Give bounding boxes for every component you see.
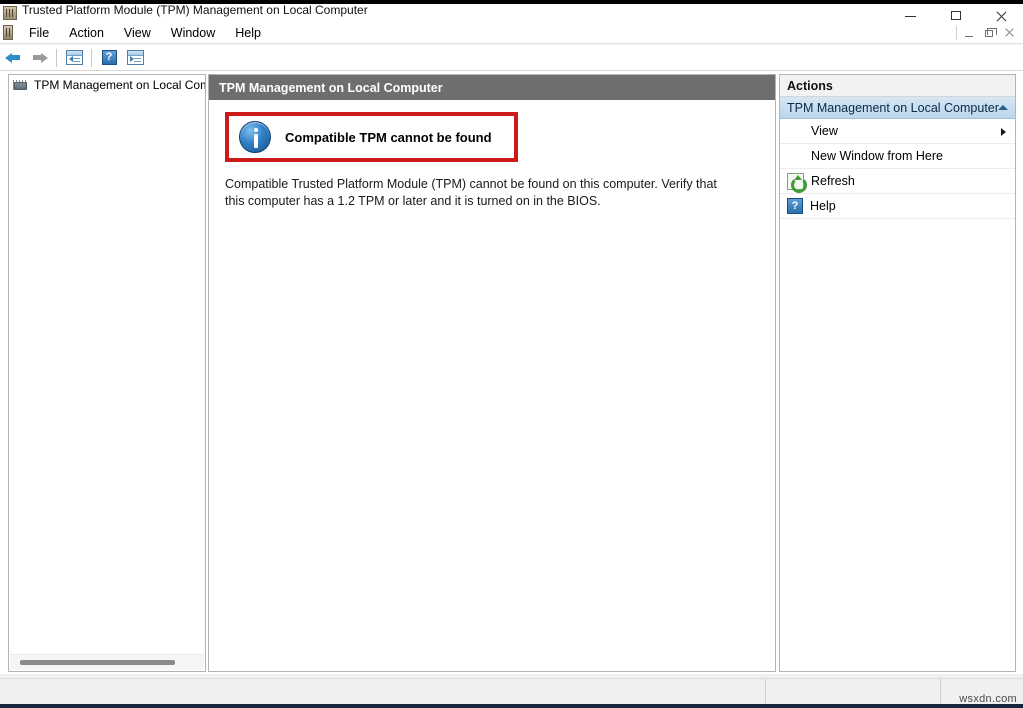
close-icon: [1005, 28, 1014, 37]
menu-item-window[interactable]: Window: [161, 24, 225, 42]
mdi-close-button[interactable]: [999, 24, 1019, 41]
toolbar-separator: [56, 49, 57, 67]
actions-group-header[interactable]: TPM Management on Local Computer: [780, 97, 1015, 119]
toolbar-action-pane-button[interactable]: [123, 47, 147, 69]
action-item-label: New Window from Here: [811, 149, 943, 163]
maximize-icon: [951, 11, 961, 20]
system-menu-icon[interactable]: [3, 25, 13, 40]
mdi-restore-button[interactable]: [979, 24, 999, 41]
chevron-right-icon: [1001, 128, 1006, 136]
window-controls: [888, 4, 1023, 22]
forward-arrow-icon: [31, 51, 48, 64]
tpm-chip-icon: [3, 6, 17, 20]
action-item-refresh[interactable]: Refresh: [780, 169, 1015, 194]
mdi-client-area: TPM Management on Local Comp TPM Managem…: [0, 71, 1023, 674]
back-arrow-icon: [5, 51, 22, 64]
menubar: File Action View Window Help: [0, 22, 1023, 44]
result-description-text: Compatible Trusted Platform Module (TPM)…: [225, 176, 730, 210]
scrollbar-thumb[interactable]: [20, 660, 175, 665]
action-item-label: Refresh: [811, 174, 855, 188]
toolbar-forward-button[interactable]: [27, 47, 51, 69]
mdi-separator: [956, 26, 957, 40]
menu-item-file[interactable]: File: [19, 24, 59, 42]
action-item-label: View: [811, 124, 838, 138]
tpm-chip-icon: [13, 78, 29, 92]
mdi-window-controls: [954, 24, 1019, 41]
window-title: Trusted Platform Module (TPM) Management…: [22, 4, 368, 17]
statusbar: wsxdn.com: [0, 678, 1023, 704]
sidebar-item-label: TPM Management on Local Comp: [34, 78, 206, 92]
window-close-button[interactable]: [978, 4, 1023, 22]
toolbar-separator: [91, 49, 92, 67]
result-pane-header: TPM Management on Local Computer: [209, 75, 775, 100]
minimize-icon: [965, 36, 973, 37]
chevron-up-icon[interactable]: [998, 105, 1008, 110]
action-item-help[interactable]: ? Help: [780, 194, 1015, 219]
window-titlebar: Trusted Platform Module (TPM) Management…: [0, 4, 1023, 22]
status-banner: Compatible TPM cannot be found: [225, 112, 518, 162]
help-icon: ?: [102, 50, 117, 65]
console-tree-pane: TPM Management on Local Comp: [8, 74, 206, 672]
console-tree-horizontal-scrollbar[interactable]: [10, 654, 204, 670]
screenshot-bottom-band: [0, 704, 1023, 708]
restore-icon: [985, 30, 993, 37]
close-icon: [995, 10, 1007, 22]
watermark: wsxdn.com: [941, 679, 1023, 705]
statusbar-segment-main: [0, 679, 766, 705]
refresh-icon: [787, 173, 804, 190]
window-maximize-button[interactable]: [933, 4, 978, 22]
menu-item-action[interactable]: Action: [59, 24, 114, 42]
mdi-minimize-button[interactable]: [959, 24, 979, 41]
tpm-management-console: Trusted Platform Module (TPM) Management…: [0, 0, 1023, 708]
help-icon: ?: [787, 198, 803, 214]
toolbar-console-tree-button[interactable]: [62, 47, 86, 69]
menu-item-view[interactable]: View: [114, 24, 161, 42]
minimize-icon: [905, 16, 916, 17]
window-minimize-button[interactable]: [888, 4, 933, 22]
result-pane-body: Compatible TPM cannot be found Compatibl…: [209, 100, 775, 210]
show-hide-action-pane-icon: [127, 50, 144, 65]
action-item-new-window-from-here[interactable]: New Window from Here: [780, 144, 1015, 169]
result-pane: TPM Management on Local Computer Compati…: [208, 74, 776, 672]
toolbar-help-button[interactable]: ?: [97, 47, 121, 69]
actions-pane: Actions TPM Management on Local Computer…: [779, 74, 1016, 672]
action-icon-placeholder: [787, 148, 804, 165]
actions-group-label: TPM Management on Local Computer: [787, 101, 999, 115]
sidebar-item-tpm-management[interactable]: TPM Management on Local Comp: [9, 75, 205, 94]
action-item-view[interactable]: View: [780, 119, 1015, 144]
info-icon: [239, 121, 271, 153]
menu-item-help[interactable]: Help: [225, 24, 271, 42]
action-icon-placeholder: [787, 123, 804, 140]
statusbar-segment-secondary: [766, 679, 941, 705]
toolbar: ?: [0, 45, 1023, 71]
action-item-label: Help: [810, 199, 836, 213]
actions-pane-header: Actions: [780, 75, 1015, 97]
show-hide-console-tree-icon: [66, 50, 83, 65]
toolbar-back-button[interactable]: [1, 47, 25, 69]
status-banner-title: Compatible TPM cannot be found: [285, 130, 492, 145]
